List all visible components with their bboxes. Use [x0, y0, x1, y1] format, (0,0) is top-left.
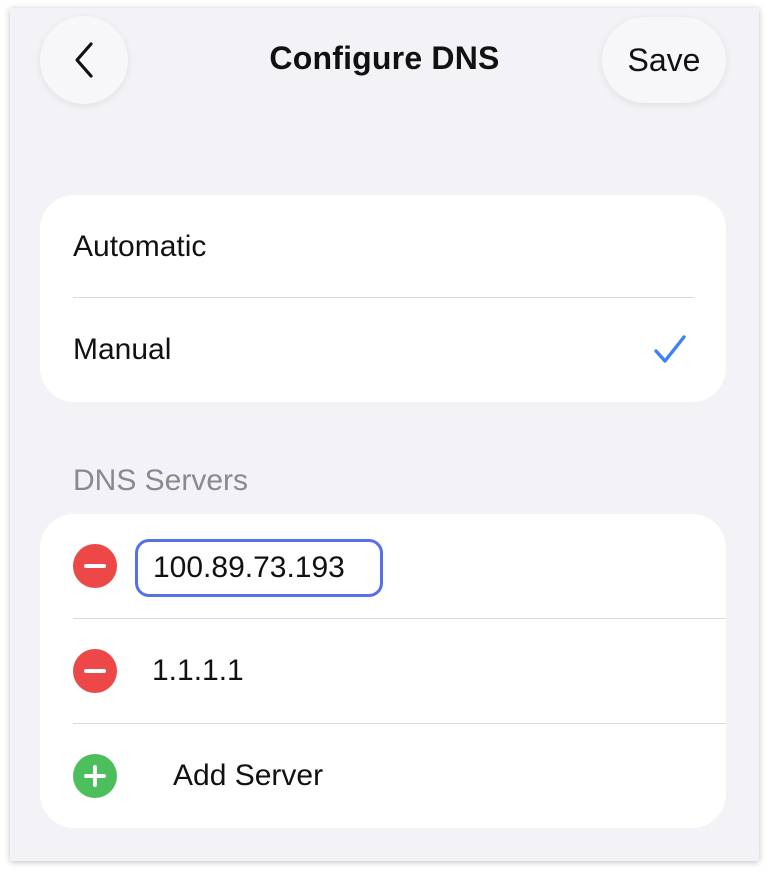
option-automatic-label: Automatic: [73, 229, 207, 263]
remove-server-button[interactable]: [73, 649, 117, 693]
plus-icon-stroke: [93, 765, 97, 787]
checkmark-icon: [654, 335, 686, 363]
section-header-dns-servers: DNS Servers: [73, 464, 249, 497]
remove-server-button[interactable]: [73, 544, 117, 588]
option-automatic[interactable]: Automatic: [40, 195, 726, 298]
option-manual[interactable]: Manual: [40, 298, 726, 401]
dns-server-row: 100.89.73.193: [40, 514, 726, 617]
dns-server-row: 1.1.1.1: [40, 619, 726, 722]
minus-icon: [84, 669, 106, 673]
option-manual-label: Manual: [73, 332, 172, 366]
dns-mode-card: Automatic Manual: [40, 195, 726, 402]
save-button[interactable]: Save: [602, 17, 726, 103]
add-server-label: Add Server: [173, 758, 324, 792]
dns-server-value[interactable]: 1.1.1.1: [152, 654, 244, 688]
dns-servers-card: 100.89.73.193 1.1.1.1 Add Server: [40, 514, 726, 828]
add-server-row[interactable]: Add Server: [40, 724, 726, 827]
configure-dns-screen: Configure DNS Save Automatic Manual DNS …: [10, 8, 759, 861]
minus-icon: [84, 564, 106, 568]
dns-server-input[interactable]: 100.89.73.193: [135, 539, 383, 597]
add-server-button[interactable]: [73, 754, 117, 798]
